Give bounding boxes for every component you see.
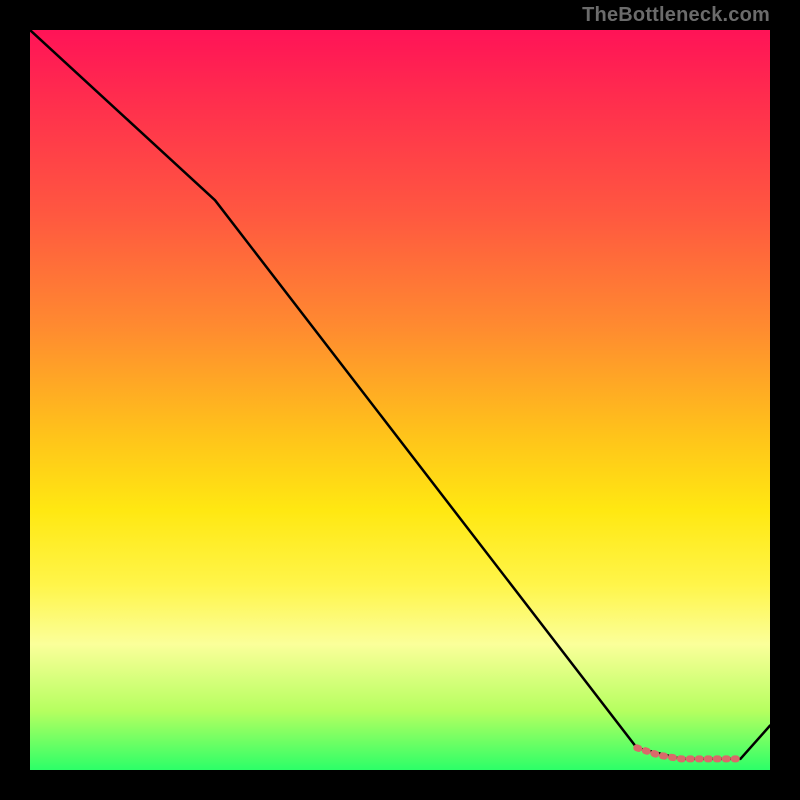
chart-overlay <box>30 30 770 770</box>
plot-area <box>30 30 770 770</box>
chart-frame: TheBottleneck.com <box>0 0 800 800</box>
line-series-black <box>30 30 770 759</box>
watermark-label: TheBottleneck.com <box>582 4 770 27</box>
marker-series-red <box>637 748 741 759</box>
